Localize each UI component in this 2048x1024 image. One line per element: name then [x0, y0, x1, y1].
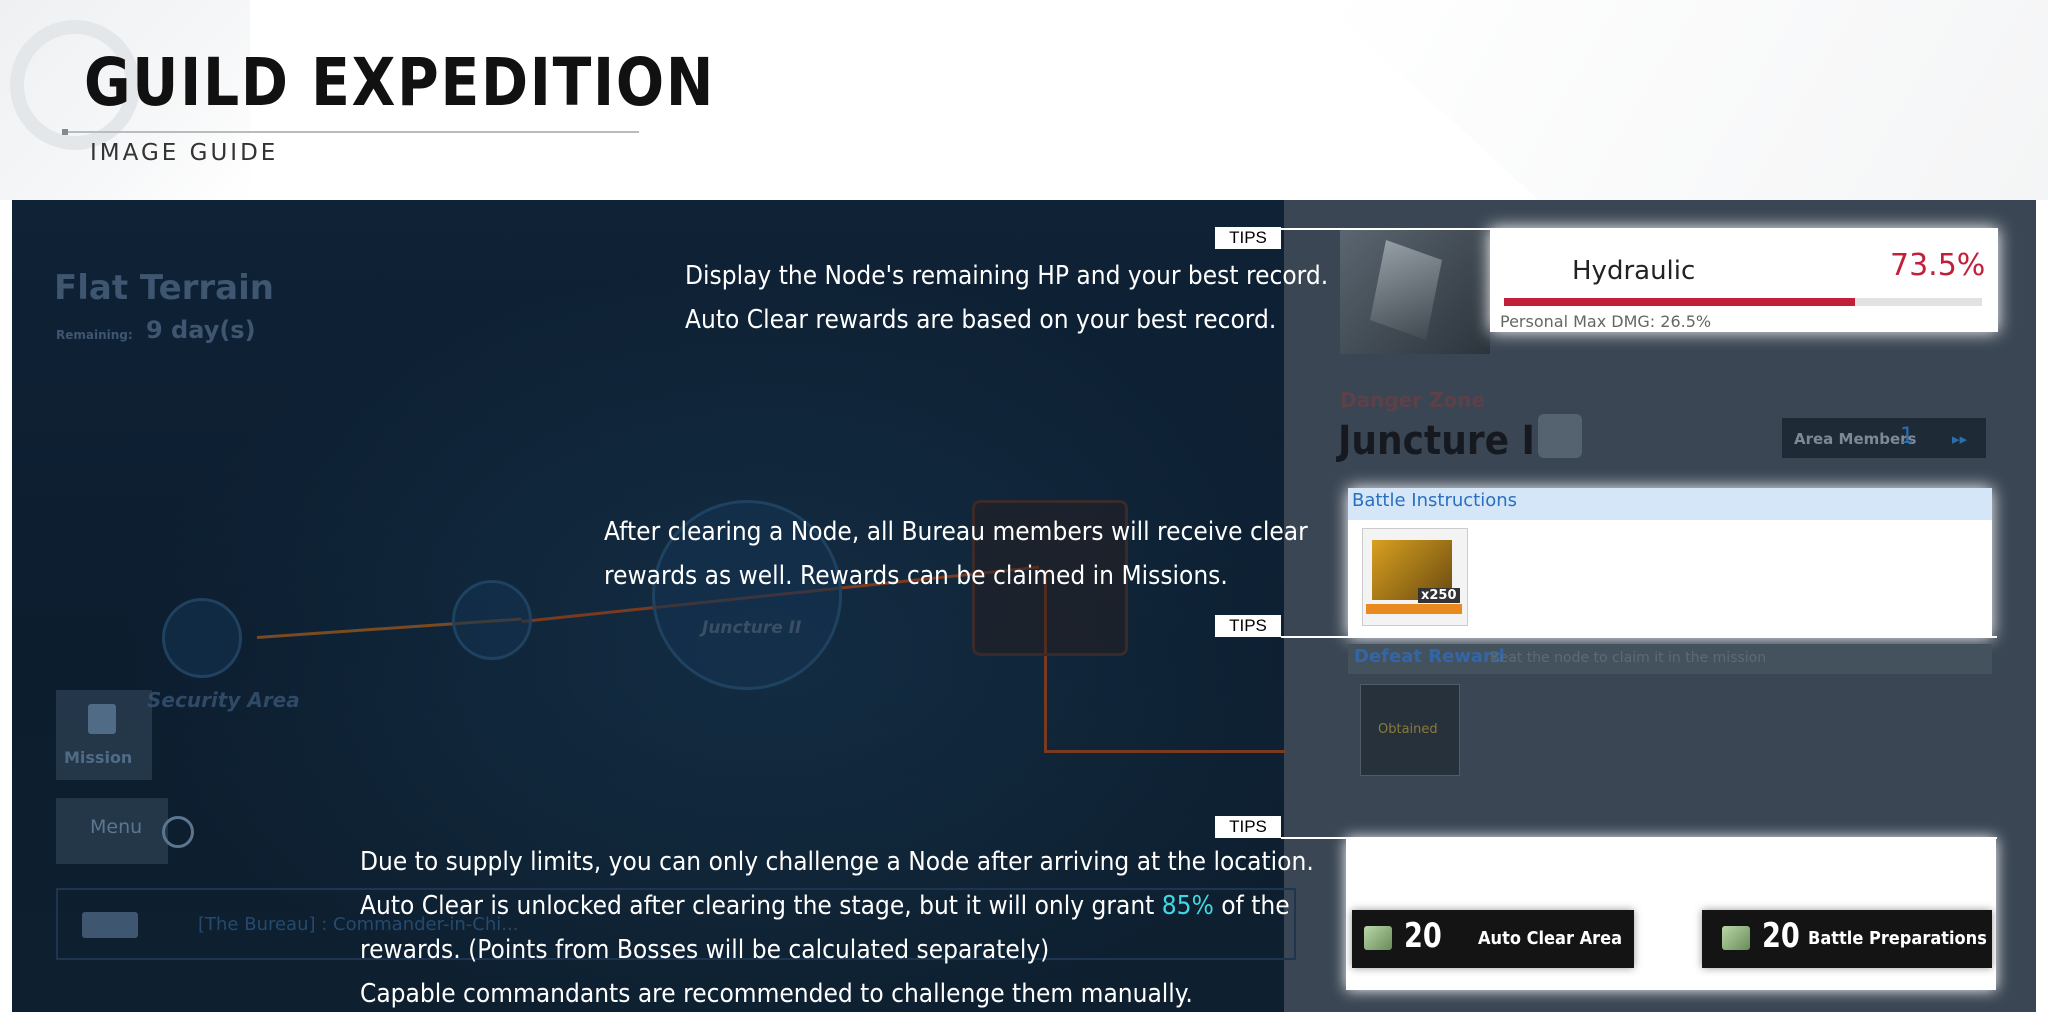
hp-percent: 73.5%	[1890, 248, 1986, 283]
boss-name: Hydraulic	[1572, 256, 1696, 286]
remaining-label: Remaining:	[56, 328, 133, 342]
auto-clear-percent: 85%	[1161, 891, 1214, 921]
tip-line: Auto Clear is unlocked after clearing th…	[360, 884, 1314, 928]
battle-cost: 20	[1762, 916, 1800, 956]
header-background-shape-right	[1320, 0, 2048, 200]
reward-quantity: x250	[1418, 588, 1460, 603]
battle-preparations-label: Battle Preparations	[1808, 928, 1987, 949]
title-divider	[64, 131, 639, 133]
map-node-cleared[interactable]	[452, 580, 532, 660]
node-title: Juncture II	[1338, 418, 1549, 464]
route-line	[1044, 750, 1286, 753]
bookmark-icon	[88, 704, 116, 734]
map-node-grid[interactable]	[162, 598, 242, 678]
menu-label: Menu	[90, 816, 143, 838]
play-icon	[162, 816, 194, 848]
tip-line: rewards. (Points from Bosses will be cal…	[360, 935, 1050, 965]
battle-instructions-label: Battle Instructions	[1352, 490, 1518, 511]
tip-supply-limits: Due to supply limits, you can only chall…	[360, 840, 1314, 1016]
page-title: GUILD EXPEDITION	[84, 44, 716, 121]
auto-clear-label: Auto Clear Area	[1478, 928, 1623, 949]
reward-rarity-bar	[1366, 604, 1462, 614]
tip-line: Capable commandants are recommended to c…	[360, 979, 1193, 1009]
supply-icon	[1722, 926, 1750, 950]
tips-tag: TIPS	[1215, 816, 1281, 838]
obtained-label: Obtained	[1378, 722, 1438, 737]
tips-connector	[1281, 837, 1997, 839]
tip-line: rewards as well. Rewards can be claimed …	[604, 561, 1228, 591]
area-members-label: Area Members	[1794, 430, 1917, 448]
tip-line: Due to supply limits, you can only chall…	[360, 847, 1314, 877]
danger-zone-label: Danger Zone	[1340, 388, 1486, 412]
info-icon[interactable]	[1538, 414, 1582, 458]
mission-label: Mission	[64, 748, 133, 767]
auto-clear-cost: 20	[1404, 916, 1442, 956]
tip-clear-rewards: After clearing a Node, all Bureau member…	[604, 510, 1308, 598]
personal-max-dmg: Personal Max DMG: 26.5%	[1500, 312, 1712, 330]
remaining-value: 9 day(s)	[146, 316, 256, 344]
chat-icon	[82, 912, 138, 938]
tip-hp-record: Display the Node's remaining HP and your…	[685, 254, 1328, 342]
hp-bar-fill	[1504, 298, 1856, 306]
tip-line: After clearing a Node, all Bureau member…	[604, 517, 1308, 547]
tips-tag: TIPS	[1215, 615, 1281, 637]
area-members-count: 1	[1900, 424, 1914, 449]
map-area-label: Security Area	[147, 688, 300, 712]
tips-connector	[1281, 636, 1997, 638]
defeat-reward-hint: Beat the node to claim it in the mission	[1490, 650, 1767, 666]
defeat-reward-label: Defeat Reward	[1354, 646, 1505, 667]
page-subtitle: IMAGE GUIDE	[90, 140, 279, 166]
tip-line: Auto Clear rewards are based on your bes…	[685, 305, 1277, 335]
tip-line: Display the Node's remaining HP and your…	[685, 261, 1329, 291]
map-node-label: Juncture II	[702, 618, 802, 638]
title-divider-dot	[62, 129, 68, 135]
terrain-title: Flat Terrain	[54, 268, 274, 308]
supply-icon	[1364, 926, 1392, 950]
tips-connector	[1281, 228, 1997, 230]
tip-text-segment: of the	[1213, 891, 1290, 921]
double-arrow-icon: ▸▸	[1952, 430, 1968, 448]
tip-text-segment: Auto Clear is unlocked after clearing th…	[360, 891, 1162, 921]
tips-tag: TIPS	[1215, 227, 1281, 249]
